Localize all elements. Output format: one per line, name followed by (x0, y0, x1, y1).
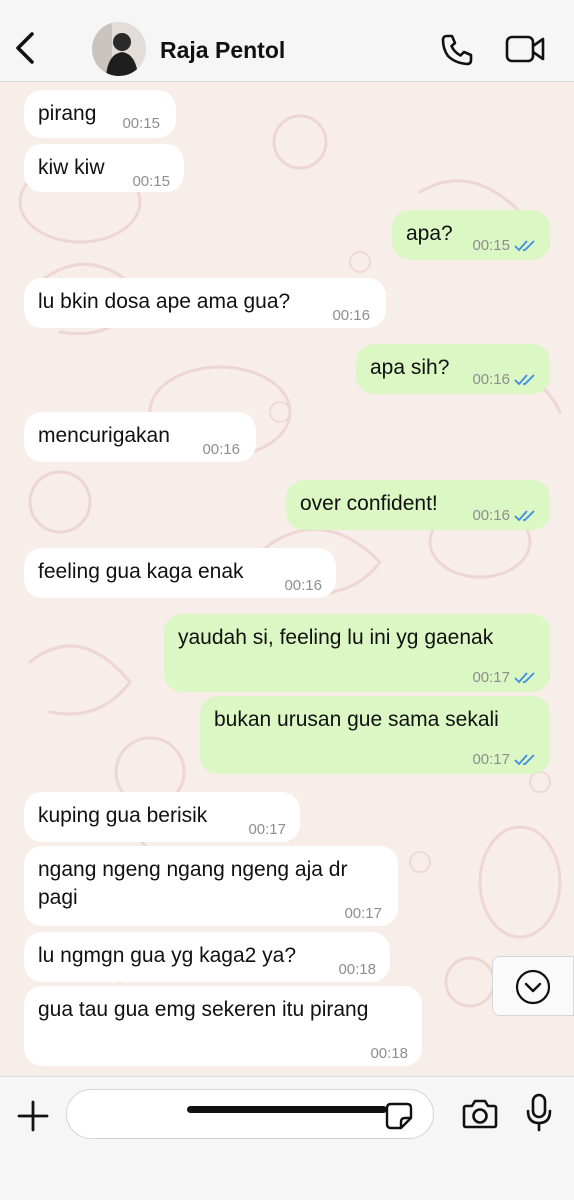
message-bubble-incoming[interactable]: feeling gua kaga enak 00:16 (24, 548, 336, 598)
message-text: over confident! (300, 492, 438, 515)
message-time: 00:17 (472, 751, 510, 768)
message-bubble-incoming[interactable]: lu bkin dosa ape ama gua? 00:16 (24, 278, 386, 328)
video-camera-icon[interactable] (505, 34, 545, 64)
message-bubble-outgoing[interactable]: apa sih? 00:16 (356, 344, 550, 394)
message-text: apa sih? (370, 356, 450, 379)
message-bubble-outgoing[interactable]: yaudah si, feeling lu ini yg gaenak 00:1… (164, 614, 550, 692)
message-time: 00:16 (332, 307, 370, 324)
sticker-icon[interactable] (385, 1102, 413, 1130)
message-text: apa? (406, 222, 453, 245)
message-bubble-incoming[interactable]: lu ngmgn gua yg kaga2 ya? 00:18 (24, 932, 390, 982)
message-time: 00:16 (472, 507, 510, 524)
message-text: lu ngmgn gua yg kaga2 ya? (38, 944, 297, 967)
message-bubble-incoming[interactable]: gua tau gua emg sekeren itu pirang 00:18 (24, 986, 422, 1066)
message-input[interactable] (83, 1100, 377, 1130)
double-check-icon (514, 374, 535, 386)
message-time: 00:17 (472, 669, 510, 686)
phone-icon[interactable] (440, 33, 474, 67)
chevron-left-icon[interactable] (10, 28, 40, 68)
message-bubble-incoming[interactable]: ngang ngeng ngang ngeng aja dr pagi 00:1… (24, 846, 398, 926)
double-check-icon (514, 754, 535, 766)
message-bubble-incoming[interactable]: kiw kiw 00:15 (24, 144, 184, 192)
message-list[interactable]: pirang 00:15 kiw kiw 00:15 apa? 00:15 lu… (0, 82, 574, 1076)
double-check-icon (514, 510, 535, 522)
double-check-icon (514, 240, 535, 252)
chevron-down-circle-icon (515, 969, 551, 1005)
message-time: 00:15 (132, 173, 170, 190)
message-text: bukan urusan gue sama sekali (214, 708, 499, 731)
message-time: 00:18 (370, 1045, 408, 1062)
message-bubble-incoming[interactable]: kuping gua berisik 00:17 (24, 792, 300, 842)
message-bubble-outgoing[interactable]: apa? 00:15 (392, 210, 550, 260)
message-text: lu bkin dosa ape ama gua? (38, 290, 291, 313)
message-time: 00:18 (338, 961, 376, 978)
avatar[interactable] (92, 22, 146, 76)
message-text: gua tau gua emg sekeren itu pirang (38, 998, 369, 1021)
message-bubble-incoming[interactable]: mencurigakan 00:16 (24, 412, 256, 462)
message-bubble-outgoing[interactable]: bukan urusan gue sama sekali 00:17 (200, 696, 550, 774)
message-text: mencurigakan (38, 424, 170, 447)
camera-icon[interactable] (462, 1097, 498, 1131)
home-indicator (187, 1106, 387, 1113)
message-text: pirang (38, 102, 97, 125)
message-time: 00:17 (248, 821, 286, 838)
message-input-wrapper[interactable] (66, 1089, 434, 1139)
message-text: kiw kiw (38, 156, 105, 179)
double-check-icon (514, 672, 535, 684)
message-composer (0, 1076, 574, 1200)
message-text: ngang ngeng ngang ngeng aja dr pagi (38, 858, 348, 909)
microphone-icon[interactable] (524, 1093, 554, 1133)
message-text: kuping gua berisik (38, 804, 208, 827)
message-bubble-incoming[interactable]: pirang 00:15 (24, 90, 176, 138)
message-time: 00:16 (202, 441, 240, 458)
message-time: 00:15 (472, 237, 510, 254)
message-time: 00:16 (284, 577, 322, 594)
scroll-to-bottom-button[interactable] (492, 956, 574, 1016)
message-text: yaudah si, feeling lu ini yg gaenak (178, 626, 494, 649)
message-bubble-outgoing[interactable]: over confident! 00:16 (286, 480, 550, 530)
message-time: 00:17 (344, 905, 382, 922)
plus-icon[interactable] (16, 1099, 50, 1133)
message-time: 00:16 (472, 371, 510, 388)
chat-header: Raja Pentol (0, 0, 574, 82)
message-text: feeling gua kaga enak (38, 560, 244, 583)
contact-name[interactable]: Raja Pentol (160, 37, 285, 64)
message-time: 00:15 (122, 115, 160, 132)
